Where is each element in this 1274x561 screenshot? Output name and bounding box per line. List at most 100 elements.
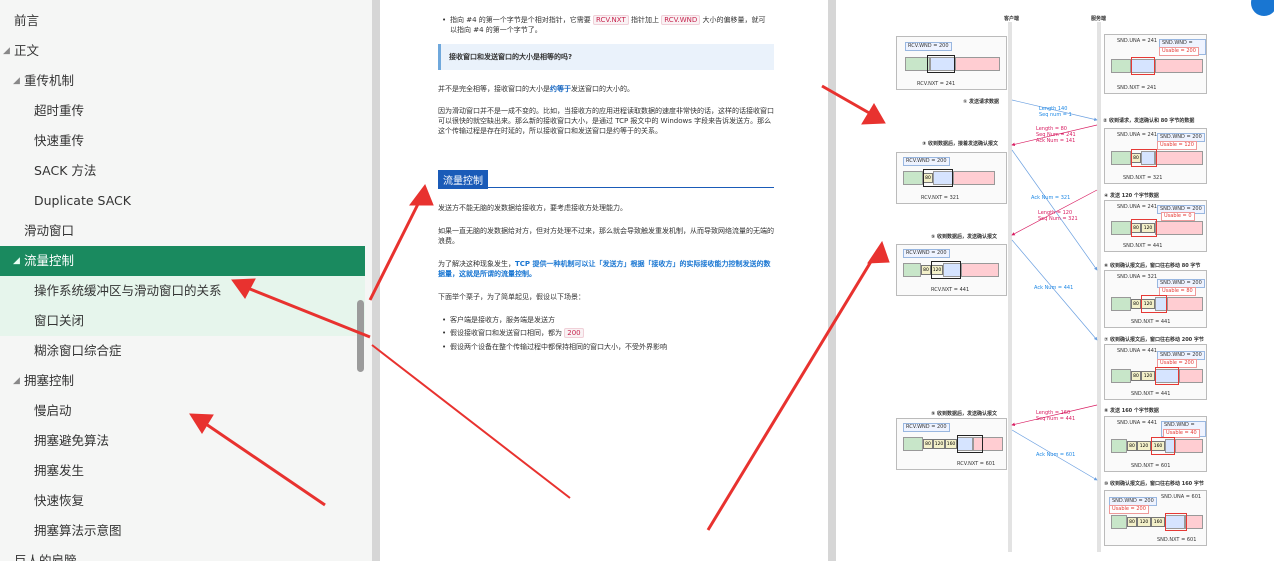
step-label: ⑦ 收到确认报文后，窗口往右移动 200 字节 (1104, 337, 1204, 343)
received-bar (903, 171, 923, 185)
sidebar-item[interactable]: 拥塞算法示意图 (0, 516, 365, 546)
sidebar-item[interactable]: 拥塞发生 (0, 456, 365, 486)
sidebar-item[interactable]: ◢ 流量控制 (0, 246, 365, 276)
sidebar-item[interactable]: 前言 (0, 6, 365, 36)
snd-una-label: SND.UNA = 241 (1117, 204, 1158, 210)
rcv-wnd-label: RCV.WND = 200 (905, 42, 952, 51)
server-window-box: SND.UNA = 601 SND.WND = 200 Usable = 200… (1104, 490, 1207, 546)
sidebar-item[interactable]: 拥塞避免算法 (0, 426, 365, 456)
paragraph: 发送方不能无脑的发数据给接收方，要考虑接收方处理能力。 (438, 204, 627, 212)
data-cell: 80 (1127, 441, 1137, 451)
server-window-box: SND.UNA = 321 SND.WND = 200 Usable = 80 … (1104, 270, 1207, 328)
server-window-box: SND.UNA = 241 SND.WND = 200 Usable = 0 8… (1104, 200, 1207, 252)
sidebar-item-label: Duplicate SACK (34, 193, 131, 208)
sidebar-scrollbar[interactable] (357, 300, 364, 372)
data-cell: 120 (1141, 371, 1155, 381)
window-frame (1165, 513, 1187, 531)
rcv-nxt-label: RCV.NXT = 321 (921, 195, 960, 201)
acked-bar (1111, 297, 1131, 311)
sidebar-item-label: SACK 方法 (34, 163, 97, 178)
rcv-nxt-label: RCV.NXT = 601 (957, 461, 996, 467)
sidebar-item[interactable]: 操作系统缓冲区与滑动窗口的关系 (0, 276, 365, 306)
expand-caret-icon[interactable]: ◢ (13, 66, 20, 96)
section-heading: 流量控制 (438, 168, 774, 189)
sidebar-item[interactable]: 快速重传 (0, 126, 365, 156)
snd-una-label: SND.UNA = 441 (1117, 348, 1158, 354)
window-frame (931, 261, 961, 279)
panel-divider (828, 0, 836, 561)
sidebar-item-label: 慢启动 (34, 403, 72, 418)
sidebar-item-label: 重传机制 (24, 73, 75, 88)
step-label: ① 发送请求数据 (963, 99, 999, 105)
data-cell: 160 (1151, 517, 1165, 527)
window-frame (1131, 149, 1157, 167)
data-cell: 80 (1131, 371, 1141, 381)
sidebar-item[interactable]: 窗口关闭 (0, 306, 365, 336)
client-window-box: RCV.WND = 200 80 RCV.NXT = 321 (896, 152, 1007, 204)
sidebar-item-label: 操作系统缓冲区与滑动窗口的关系 (34, 283, 222, 298)
msg-label: Ack Num = 321 (1031, 195, 1071, 201)
paragraph: 为了解决这种现象发生，TCP 提供一种机制可以让「发送方」根据「接收方」的实际接… (438, 259, 776, 279)
acked-bar (1111, 221, 1131, 235)
sidebar-item[interactable]: 巨人的肩膀 (0, 546, 365, 561)
window-frame (1141, 295, 1167, 313)
msg-label: Length 140 Seq num = 1 (1039, 106, 1072, 118)
msg-label: Ack Num = 601 (1036, 452, 1076, 458)
unavailable-bar (1179, 369, 1203, 383)
sidebar-item[interactable]: Duplicate SACK (0, 186, 365, 216)
acked-bar (1111, 515, 1127, 529)
sidebar-item[interactable]: ◢ 重传机制 (0, 66, 365, 96)
window-frame (1155, 367, 1179, 385)
window-frame (1151, 437, 1175, 455)
sidebar-item[interactable]: ◢ 拥塞控制 (0, 366, 365, 396)
expand-caret-icon[interactable]: ◢ (13, 246, 20, 276)
server-window-box: SND.UNA = 441 SND.WND = 200 Usable = 40 … (1104, 416, 1207, 472)
sidebar-item[interactable]: 滑动窗口 (0, 216, 365, 246)
data-cell: 80 (921, 265, 931, 275)
snd-nxt-label: SND.NXT = 441 (1123, 243, 1163, 249)
heading-text: 流量控制 (438, 170, 488, 189)
inline-code: 200 (564, 328, 584, 338)
snd-nxt-label: SND.NXT = 241 (1117, 85, 1157, 91)
sidebar-item[interactable]: ◢ 正文 (0, 36, 365, 66)
server-window-box: SND.UNA = 241 SND.WND = 200 Usable = 120… (1104, 128, 1207, 184)
data-cell: 80 (1127, 517, 1137, 527)
sidebar-item-label: 超时重传 (34, 103, 85, 118)
sidebar-item-label: 流量控制 (24, 253, 75, 268)
snd-nxt-label: SND.NXT = 321 (1123, 175, 1163, 181)
acked-bar (1111, 439, 1127, 453)
usable-label: Usable = 200 (1109, 505, 1149, 514)
sidebar-item[interactable]: SACK 方法 (0, 156, 365, 186)
rcv-wnd-label: RCV.WND = 200 (903, 249, 950, 258)
paragraph: 因为滑动窗口并不是一成不变的。比如，当接收方的应用进程读取数据的速度非常快的话，… (438, 107, 774, 135)
expand-caret-icon[interactable]: ◢ (13, 366, 20, 396)
paragraph: 如果一直无脑的发数据给对方，但对方处理不过来，那么就会导致触发重发机制，从而导致… (438, 227, 774, 245)
expand-caret-icon[interactable]: ◢ (3, 36, 10, 66)
step-label: ⑧ 发送 160 个字节数据 (1104, 408, 1159, 414)
data-cell: 80 (1131, 299, 1141, 309)
window-frame (957, 435, 983, 453)
snd-una-label: SND.UNA = 601 (1161, 494, 1202, 500)
client-window-box: RCV.WND = 200 80 120 RCV.NXT = 441 (896, 244, 1007, 296)
list-item: 假设两个设备在整个传输过程中都保持相同的窗口大小，不受外界影响 (442, 342, 667, 352)
text: Seq num = 441 (1036, 416, 1076, 422)
sidebar-item[interactable]: 慢启动 (0, 396, 365, 426)
snd-nxt-label: SND.NXT = 601 (1131, 463, 1171, 469)
data-cell: 120 (933, 439, 945, 449)
snd-una-label: SND.UNA = 321 (1117, 274, 1158, 280)
sidebar-item[interactable]: 超时重传 (0, 96, 365, 126)
unavailable-bar (1167, 297, 1203, 311)
inline-code: RCV.WND (661, 15, 701, 25)
list-item: 客户端是接收方，服务端是发送方 (442, 315, 555, 325)
snd-nxt-label: SND.NXT = 441 (1131, 319, 1171, 325)
msg-label: Length = 120 Seq Num = 321 (1038, 210, 1078, 222)
data-cell: 80 (923, 439, 933, 449)
sidebar-item-label: 拥塞发生 (34, 463, 85, 478)
panel-divider[interactable] (372, 0, 380, 561)
text: 并不是完全相等，接收窗口的大小是 (438, 85, 550, 93)
sidebar-item-label: 巨人的肩膀 (14, 553, 77, 561)
sidebar-item-label: 拥塞算法示意图 (34, 523, 122, 538)
rcv-wnd-label: RCV.WND = 200 (903, 157, 950, 166)
sidebar-item[interactable]: 快速恢复 (0, 486, 365, 516)
sidebar-item[interactable]: 糊涂窗口综合症 (0, 336, 365, 366)
